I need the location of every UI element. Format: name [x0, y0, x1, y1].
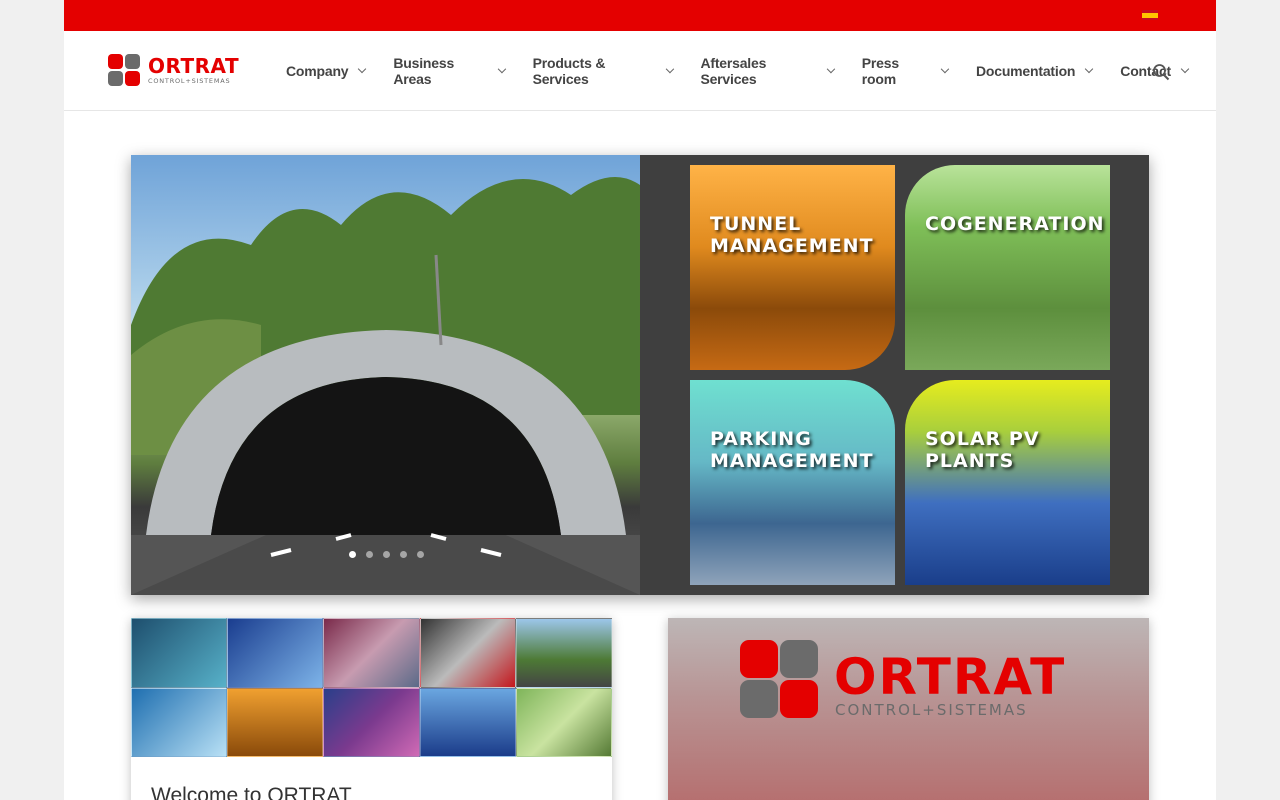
ortrat-logo-card: ORTRAT CONTROL+SISTEMAS [668, 618, 1149, 800]
image-mosaic [131, 618, 612, 757]
slider-dot[interactable] [383, 551, 390, 558]
tile-label: TUNNEL MANAGEMENT [710, 213, 874, 257]
svg-text:CONTROL+SISTEMAS: CONTROL+SISTEMAS [148, 77, 230, 85]
hero-slider: TUNNEL MANAGEMENT COGENERATION PARKING M… [131, 155, 1149, 595]
mosaic-image [323, 687, 420, 757]
chevron-down-icon [497, 64, 506, 74]
mosaic-image [515, 687, 612, 757]
mosaic-image [419, 618, 516, 688]
mosaic-image [131, 687, 228, 757]
nav-products-services[interactable]: Products & Services [533, 55, 674, 87]
tunnel-illustration [131, 177, 640, 595]
slider-dots [349, 551, 434, 558]
chevron-down-icon [826, 64, 836, 74]
nav-documentation[interactable]: Documentation [976, 63, 1094, 79]
mosaic-image [323, 618, 420, 688]
tile-label: PARKING MANAGEMENT [710, 428, 874, 472]
ortrat-logo-large: ORTRAT CONTROL+SISTEMAS [740, 640, 1066, 719]
slider-dot[interactable] [366, 551, 373, 558]
main-nav: Company Business Areas Products & Servic… [286, 31, 1216, 111]
slider-dot[interactable] [349, 551, 356, 558]
top-bar [64, 0, 1216, 31]
tile-solar-pv-plants[interactable]: SOLAR PV PLANTS [905, 380, 1110, 585]
hero-slide-tunnel-image [131, 155, 640, 595]
mosaic-image [419, 687, 516, 757]
tile-cogeneration[interactable]: COGENERATION [905, 165, 1110, 370]
mosaic-image [515, 618, 612, 688]
welcome-card: Welcome to ORTRAT [131, 618, 612, 800]
chevron-down-icon [1085, 64, 1094, 74]
business-area-tiles: TUNNEL MANAGEMENT COGENERATION PARKING M… [640, 155, 1149, 595]
spain-flag-icon[interactable] [1142, 10, 1158, 20]
chevron-down-icon [358, 64, 367, 74]
page: ORTRAT CONTROL+SISTEMAS Company Business… [64, 0, 1216, 800]
nav-company[interactable]: Company [286, 63, 367, 79]
chevron-down-icon [1180, 64, 1190, 74]
nav-business-areas[interactable]: Business Areas [393, 55, 506, 87]
svg-text:ORTRAT: ORTRAT [834, 648, 1066, 706]
header: ORTRAT CONTROL+SISTEMAS Company Business… [64, 31, 1216, 111]
svg-text:ORTRAT: ORTRAT [148, 54, 239, 78]
mosaic-image [227, 687, 324, 757]
tile-label: SOLAR PV PLANTS [925, 428, 1040, 472]
ortrat-logo[interactable]: ORTRAT CONTROL+SISTEMAS [106, 52, 256, 92]
svg-text:CONTROL+SISTEMAS: CONTROL+SISTEMAS [835, 701, 1028, 719]
nav-press-room[interactable]: Press room [862, 55, 950, 87]
search-icon[interactable] [1152, 63, 1170, 81]
chevron-down-icon [941, 64, 950, 74]
slider-dot[interactable] [400, 551, 407, 558]
mosaic-image [131, 618, 228, 688]
welcome-title: Welcome to ORTRAT [151, 784, 352, 800]
mosaic-image [227, 618, 324, 688]
tile-tunnel-management[interactable]: TUNNEL MANAGEMENT [690, 165, 895, 370]
chevron-down-icon [665, 64, 674, 74]
nav-aftersales-services[interactable]: Aftersales Services [700, 55, 836, 87]
tile-parking-management[interactable]: PARKING MANAGEMENT [690, 380, 895, 585]
slider-dot[interactable] [417, 551, 424, 558]
tile-label: COGENERATION [925, 213, 1105, 235]
